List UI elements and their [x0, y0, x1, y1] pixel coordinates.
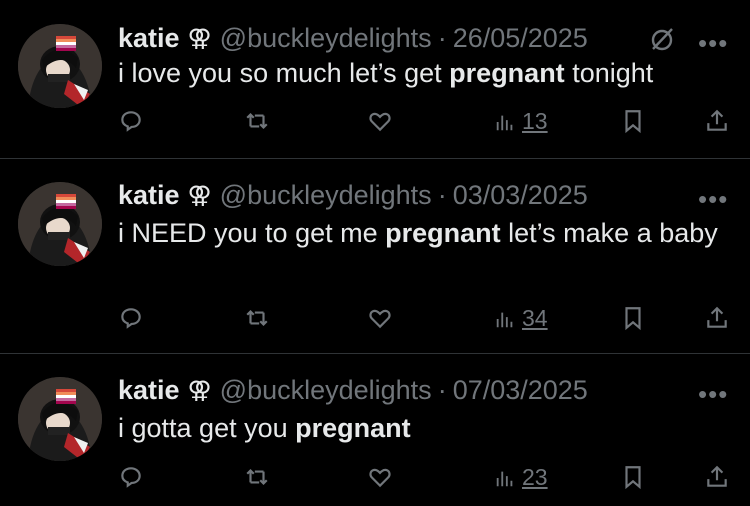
username-handle[interactable]: @buckleydelights	[220, 375, 432, 406]
avatar[interactable]	[18, 24, 102, 108]
views-count: 23	[522, 464, 548, 490]
avatar[interactable]	[18, 377, 102, 461]
username-handle[interactable]: @buckleydelights	[220, 180, 432, 211]
retweet-icon[interactable]	[244, 305, 270, 331]
more-icon[interactable]: •••	[698, 381, 728, 407]
views-button[interactable]: 34	[494, 305, 548, 332]
like-icon[interactable]	[367, 108, 393, 134]
like-icon[interactable]	[367, 464, 393, 490]
bookmark-icon[interactable]	[620, 464, 646, 490]
views-icon	[496, 115, 513, 130]
tweet-text-part: let’s make a baby	[500, 218, 718, 248]
tweet[interactable]: katie ⚢ @buckleydelights · 07/03/2025 ••…	[0, 354, 750, 506]
name-symbol: ⚢	[187, 24, 212, 52]
reply-icon[interactable]	[118, 305, 144, 331]
tweet-text-bold: pregnant	[295, 413, 411, 443]
views-count: 34	[522, 305, 548, 331]
retweet-icon[interactable]	[244, 108, 270, 134]
tweet-text: i gotta get you pregnant	[118, 410, 718, 446]
display-name[interactable]: katie	[118, 180, 180, 211]
avatar-image	[18, 182, 102, 266]
views-button[interactable]: 23	[494, 464, 548, 491]
action-bar: 34	[0, 305, 750, 335]
post-date[interactable]: 03/03/2025	[453, 180, 588, 211]
share-icon[interactable]	[704, 464, 730, 490]
post-date[interactable]: 26/05/2025	[453, 23, 588, 54]
bookmark-icon[interactable]	[620, 108, 646, 134]
tweet-text-part: i love you so much let’s get	[118, 58, 450, 88]
action-bar: 23	[0, 464, 750, 494]
bookmark-icon[interactable]	[620, 305, 646, 331]
tweet-text-part: i NEED you to get me	[118, 218, 386, 248]
views-icon	[496, 312, 513, 327]
share-icon[interactable]	[704, 108, 730, 134]
tweet-text-bold: pregnant	[385, 218, 501, 248]
action-bar: 13	[0, 108, 750, 138]
views-button[interactable]: 13	[494, 108, 548, 135]
dot-separator: ·	[437, 22, 447, 53]
retweet-icon[interactable]	[244, 464, 270, 490]
more-icon[interactable]: •••	[698, 30, 728, 56]
tweet-text-part: i gotta get you	[118, 413, 296, 443]
name-symbol: ⚢	[187, 376, 212, 404]
reply-icon[interactable]	[118, 108, 144, 134]
display-name[interactable]: katie	[118, 375, 180, 406]
dot-separator: ·	[437, 374, 447, 405]
avatar-image	[18, 24, 102, 108]
name-symbol: ⚢	[187, 181, 212, 209]
tweet-text: i love you so much let’s get pregnant to…	[118, 55, 718, 91]
views-icon	[496, 471, 513, 486]
tweet-text-part: tonight	[564, 58, 654, 88]
views-count: 13	[522, 108, 548, 134]
tweet-text: i NEED you to get me pregnant let’s make…	[118, 215, 718, 251]
display-name[interactable]: katie	[118, 23, 180, 54]
post-date[interactable]: 07/03/2025	[453, 375, 588, 406]
share-icon[interactable]	[704, 305, 730, 331]
like-icon[interactable]	[367, 305, 393, 331]
avatar[interactable]	[18, 182, 102, 266]
avatar-image	[18, 377, 102, 461]
dot-separator: ·	[437, 179, 447, 210]
tweet-text-bold: pregnant	[449, 58, 565, 88]
username-handle[interactable]: @buckleydelights	[220, 23, 432, 54]
tweet[interactable]: katie ⚢ @buckleydelights · 26/05/2025 ••…	[0, 0, 750, 158]
more-icon[interactable]: •••	[698, 186, 728, 212]
tweet[interactable]: katie ⚢ @buckleydelights · 03/03/2025 ••…	[0, 159, 750, 352]
reply-icon[interactable]	[118, 464, 144, 490]
